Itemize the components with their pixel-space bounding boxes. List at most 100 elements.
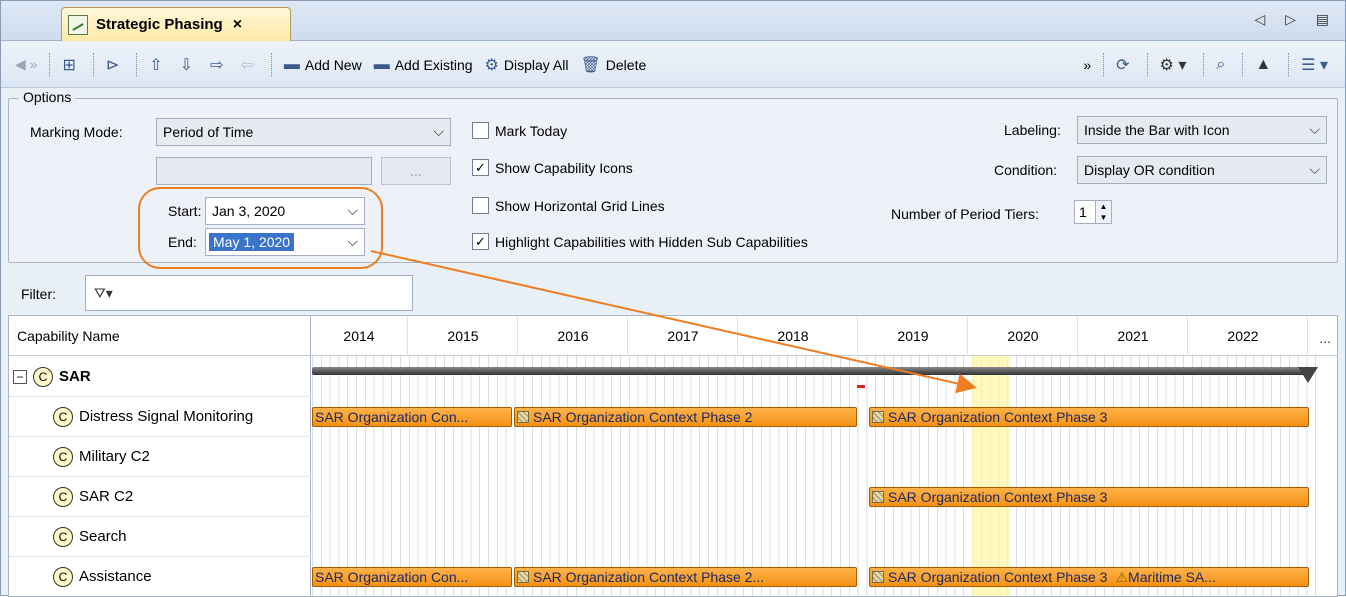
tab-navigation[interactable]: ◁ ▷ ▤ <box>1254 11 1337 28</box>
table-row[interactable]: C Military C2 <box>9 437 311 477</box>
end-label: End: <box>168 234 197 250</box>
show-grid-lines-checkbox[interactable]: Show Horizontal Grid Lines <box>472 197 665 214</box>
year-divider <box>1307 316 1308 356</box>
checkbox-box[interactable] <box>472 197 489 214</box>
add-existing-icon: ▬ <box>373 55 390 73</box>
phase-bar[interactable]: SAR Organization Context Phase 2 <box>514 407 857 427</box>
period-tiers-spinner[interactable]: 1 ▲ ▼ <box>1074 200 1112 224</box>
refresh-icon[interactable]: ⟳ <box>1110 50 1140 80</box>
phase-icon <box>872 571 884 583</box>
highlight-hidden-checkbox[interactable]: ✓ Highlight Capabilities with Hidden Sub… <box>472 233 808 250</box>
delete-button[interactable]: 🗑 Delete <box>574 50 652 80</box>
search-icon[interactable]: ⌕ <box>1210 50 1236 80</box>
capability-icon: C <box>53 526 73 547</box>
toolbar-separator <box>1288 53 1290 77</box>
capability-name: SAR <box>59 368 91 385</box>
year-label: 2019 <box>897 328 929 344</box>
condition-select[interactable]: Display OR condition ⌵ <box>1077 156 1327 184</box>
chevron-down-icon: ⌵ <box>1309 161 1320 177</box>
capability-name: Distress Signal Monitoring <box>79 408 254 425</box>
table-row-sar[interactable]: − C SAR <box>9 357 311 397</box>
chart-diagram-icon <box>68 14 88 35</box>
overflow-icon[interactable]: » <box>1077 50 1097 80</box>
collapse-up-icon[interactable]: ▲ <box>1249 50 1282 80</box>
phase-bar[interactable]: SAR Organization Context Phase 2... <box>514 567 857 587</box>
capability-icon: C <box>53 446 73 467</box>
year-label: 2018 <box>777 328 809 344</box>
back-arrow-icon[interactable]: ◀ » <box>9 50 43 80</box>
hierarchy-icon[interactable]: ⊞ <box>56 50 86 80</box>
period-tiers-label: Number of Period Tiers: <box>891 206 1039 222</box>
toolbar: ◀ » ⊞ ⊳ ⇧ ⇩ ⇨ ⇦ ▬ Add New ▬ Add Existing ⚙… <box>1 42 1345 88</box>
options-legend: Options <box>19 89 76 105</box>
phase-bar[interactable]: SAR Organization Context Phase 3 ⚠ Maritim… <box>869 567 1309 587</box>
add-new-button[interactable]: ▬ Add New <box>278 50 368 80</box>
mark-today-checkbox[interactable]: Mark Today <box>472 122 567 139</box>
phase-icon <box>517 571 529 583</box>
year-label: 2014 <box>343 328 375 344</box>
phase-bar[interactable]: SAR Organization Context Phase 3 <box>869 407 1309 427</box>
capability-name: SAR C2 <box>79 488 134 505</box>
table-row[interactable]: C SAR C2 <box>9 477 311 517</box>
phase-bar[interactable]: SAR Organization Con... <box>312 407 512 427</box>
year-label: 2015 <box>447 328 479 344</box>
checkbox-box[interactable] <box>472 122 489 139</box>
add-new-icon: ▬ <box>283 55 300 73</box>
labeling-select[interactable]: Inside the Bar with Icon ⌵ <box>1077 116 1327 144</box>
collapse-icon[interactable]: − <box>13 369 27 384</box>
condition-label: Condition: <box>994 162 1058 178</box>
capability-icon: C <box>33 366 53 387</box>
move-down-icon[interactable]: ⇩ <box>174 50 204 80</box>
year-label: 2020 <box>1007 328 1039 344</box>
tab-strategic-phasing[interactable]: Strategic Phasing × <box>61 7 291 41</box>
marking-mode-label: Marking Mode: <box>30 124 123 140</box>
move-up-icon[interactable]: ⇧ <box>143 50 173 80</box>
capability-icon: C <box>53 566 73 587</box>
filter-funnel-icon[interactable]: ⛛▾ <box>94 285 113 302</box>
phase-bar[interactable]: SAR Organization Con... <box>312 567 512 587</box>
display-all-button[interactable]: ⚙ Display All <box>479 50 575 80</box>
toolbar-right: » ⟳ ⚙ ▾ ⌕ ▲ ☰ ▾ <box>1077 50 1339 80</box>
year-label: 2017 <box>667 328 699 344</box>
display-all-icon: ⚙ <box>484 56 499 74</box>
period-element-field[interactable] <box>156 157 372 185</box>
start-date-picker[interactable]: Jan 3, 2020 ⌵ <box>205 197 365 225</box>
column-header-capability-name[interactable]: Capability Name <box>9 316 310 356</box>
filter-input[interactable]: ⛛▾ <box>85 275 413 311</box>
outdent-icon[interactable]: ⇦ <box>234 50 264 80</box>
add-existing-button[interactable]: ▬ Add Existing <box>368 50 479 80</box>
view-mode-icon[interactable]: ☰ ▾ <box>1295 50 1339 80</box>
timeline-tick-marks <box>312 356 1317 596</box>
capability-icon: C <box>53 406 73 427</box>
phase-bar[interactable]: SAR Organization Context Phase 3 <box>869 487 1309 507</box>
sar-summary-bar[interactable] <box>312 367 1307 375</box>
table-row[interactable]: C Search <box>9 517 311 557</box>
indent-icon[interactable]: ⇨ <box>204 50 234 80</box>
end-date-picker[interactable]: May 1, 2020 ⌵ <box>205 228 365 256</box>
condition-value: Display OR condition <box>1084 162 1215 178</box>
year-label: 2022 <box>1227 328 1259 344</box>
close-icon[interactable]: × <box>233 16 242 34</box>
table-row[interactable]: C Distress Signal Monitoring <box>9 397 311 437</box>
more-years-indicator[interactable]: ... <box>1319 330 1331 346</box>
toolbar-separator <box>49 52 51 77</box>
start-label: Start: <box>168 203 202 219</box>
toolbar-separator <box>1146 53 1148 77</box>
filter-label: Filter: <box>21 286 56 302</box>
chevron-down-icon: ⌵ <box>1309 121 1320 137</box>
labeling-value: Inside the Bar with Icon <box>1084 122 1230 138</box>
show-capability-icons-checkbox[interactable]: ✓ Show Capability Icons <box>472 159 633 176</box>
browse-button[interactable]: ... <box>381 157 451 185</box>
marking-mode-select[interactable]: Period of Time ⌵ <box>156 118 451 146</box>
spinner-arrows-icon[interactable]: ▲ ▼ <box>1095 201 1111 223</box>
chevron-down-icon: ⌵ <box>347 233 358 249</box>
select-icon[interactable]: ⊳ <box>100 50 130 80</box>
capability-name-column: Capability Name − C SAR C Distress Signa… <box>9 316 311 596</box>
table-row[interactable]: C Assistance <box>9 557 311 596</box>
settings-gear-icon[interactable]: ⚙ ▾ <box>1154 50 1198 80</box>
checkbox-box[interactable]: ✓ <box>472 159 489 176</box>
checkbox-box[interactable]: ✓ <box>472 233 489 250</box>
phase-icon <box>872 491 884 503</box>
phase-icon <box>872 411 884 423</box>
toolbar-separator <box>1103 53 1105 77</box>
